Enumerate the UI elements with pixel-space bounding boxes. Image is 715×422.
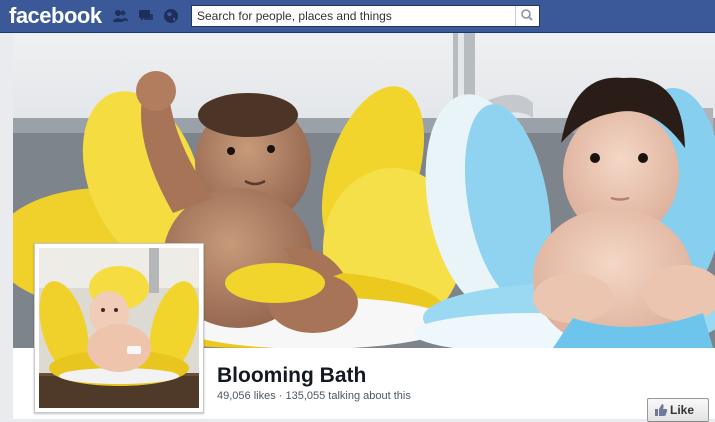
search-button[interactable] <box>515 6 539 26</box>
search-icon <box>521 9 533 21</box>
friend-requests-icon[interactable] <box>112 8 128 24</box>
thumbs-up-icon <box>655 404 668 416</box>
page-title[interactable]: Blooming Bath <box>217 364 366 388</box>
like-button-label: Like <box>670 403 695 417</box>
top-navigation-bar: facebook <box>0 0 715 33</box>
notifications-globe-icon[interactable] <box>163 8 179 24</box>
page-stats: 49,056 likes · 135,055 talking about thi… <box>217 390 411 402</box>
like-button[interactable]: Like <box>647 398 709 422</box>
profile-picture[interactable] <box>34 243 204 413</box>
facebook-logo[interactable]: facebook <box>9 3 102 29</box>
messages-icon[interactable] <box>138 8 154 24</box>
search-box[interactable] <box>191 5 540 27</box>
search-input[interactable] <box>192 6 512 26</box>
